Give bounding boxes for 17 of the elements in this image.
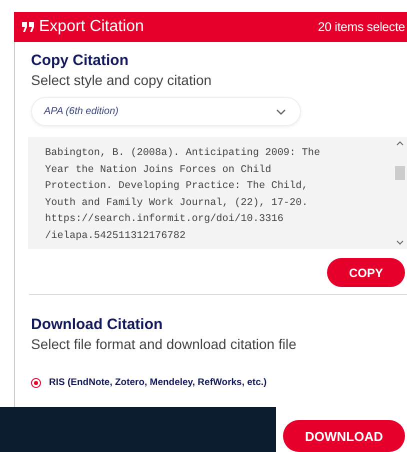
chevron-down-icon[interactable] <box>396 240 404 245</box>
selected-count: 20 items selecte <box>318 20 405 34</box>
section-title: Download Citation <box>31 316 164 333</box>
radio-button[interactable] <box>31 378 41 388</box>
copy-button[interactable]: COPY <box>327 258 405 287</box>
citation-textarea[interactable]: Babington, B. (2008a). Anticipating 2009: The Year the Nation Joins Forces on Child Protection. Developing Practice: The Child, Youth and Family Work Journal, (22), 17-20. https://search.informit.org/doi/10.3316 /ielapa.542511312176782 <box>28 137 407 249</box>
style-select[interactable]: APA (6th edition) <box>31 97 301 126</box>
section-subtitle: Select style and copy citation <box>31 72 213 88</box>
dialog-title: Export Citation <box>22 18 144 36</box>
section-subtitle: Select file format and download citation file <box>31 336 298 352</box>
scrollbar-thumb[interactable] <box>395 166 405 180</box>
radio-label: RIS (EndNote, Zotero, Mendeley, RefWorks, etc.) <box>49 377 267 388</box>
download-button[interactable]: DOWNLOAD <box>283 420 405 452</box>
quote-icon <box>22 22 34 32</box>
section-title: Copy Citation <box>31 52 130 69</box>
chevron-up-icon[interactable] <box>396 141 404 146</box>
chevron-down-icon <box>276 108 286 114</box>
